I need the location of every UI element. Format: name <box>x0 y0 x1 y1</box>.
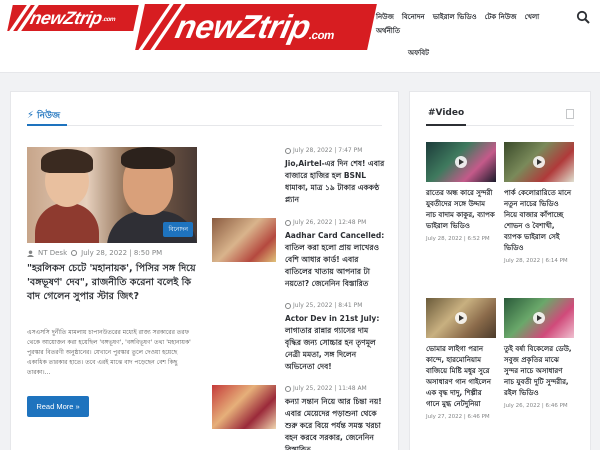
news-section: ⚡ নিউজ বিনোদন NT Desk July 28, 2022 | 8:… <box>10 91 399 450</box>
nav-item-entertainment[interactable]: বিনোদন <box>398 10 429 24</box>
clock-icon <box>285 219 291 226</box>
video-thumbnail[interactable] <box>504 298 574 338</box>
post-title[interactable]: Actor Dev in 21st July: লাগাতার রান্নার … <box>285 313 385 373</box>
video-item[interactable]: রাতের অন্ধ কারে সুন্দরী যুবতীদের সঙ্গে উ… <box>426 142 496 243</box>
video-title[interactable]: ভোমার লাইগা পরান কান্দে, হারমোনিয়াম বাজ… <box>426 344 496 410</box>
site-logo[interactable]: newZtrip .com <box>135 4 377 50</box>
news-section-label: নিউজ <box>37 111 61 121</box>
clock-icon <box>285 147 291 154</box>
image-face-man <box>121 147 175 215</box>
post-thumbnail[interactable] <box>212 385 276 429</box>
video-title[interactable]: পার্ক কেলোরারিতে মানে নতুন নাচের ভিডিও ন… <box>504 188 574 254</box>
post-title[interactable]: Jio,Airtel-এর দিন শেষ! এবার বাজারে হাজির… <box>285 158 385 206</box>
video-item[interactable]: পার্ক কেলোরারিতে মানে নতুন নাচের ভিডিও ন… <box>504 142 574 265</box>
image-face-child <box>41 149 93 207</box>
post-date: July 28, 2022 | 8:50 PM <box>81 249 163 257</box>
video-date: July 26, 2022 | 6:46 PM <box>504 403 568 409</box>
featured-post-excerpt: এসএসসি দুর্নীতি মামলায় চাপানউতরের মধ্যে… <box>27 329 191 376</box>
post-date-text: July 25, 2022 | 11:48 AM <box>293 385 367 392</box>
post-thumbnail[interactable] <box>212 218 276 262</box>
play-icon[interactable] <box>455 312 467 324</box>
logo-text: newZtrip <box>172 8 314 45</box>
play-icon[interactable] <box>455 156 467 168</box>
nav-item-tech-news[interactable]: টেক নিউজ <box>481 10 521 24</box>
video-date: July 28, 2022 | 6:14 PM <box>504 258 568 264</box>
post-date-text: July 28, 2022 | 7:47 PM <box>293 147 363 154</box>
news-section-title[interactable]: ⚡ নিউজ <box>27 108 60 123</box>
post-date: July 26, 2022 | 12:48 PM <box>285 219 366 226</box>
video-item[interactable]: ভোমার লাইগা পরান কান্দে, হারমোনিয়াম বাজ… <box>426 298 496 421</box>
logo-small-suffix: .com <box>101 16 116 23</box>
category-badge[interactable]: বিনোদন <box>163 222 193 237</box>
post-date: July 25, 2022 | 8:41 PM <box>285 302 362 309</box>
featured-post-image[interactable]: বিনোদন <box>27 147 197 243</box>
nav-item-offbeat[interactable]: অফবিট <box>404 46 433 60</box>
main-nav: নিউজ বিনোদন ভাইরাল ভিডিও টেক নিউজ খেলা অ… <box>372 10 562 60</box>
video-date: July 28, 2022 | 6:52 PM <box>426 236 490 242</box>
video-thumbnail[interactable] <box>426 142 496 182</box>
nav-item-economy[interactable]: অর্থনীতি <box>372 24 404 38</box>
read-more-button[interactable]: Read More » <box>27 396 89 417</box>
video-thumbnail[interactable] <box>426 298 496 338</box>
post-date-text: July 25, 2022 | 8:41 PM <box>293 302 363 309</box>
widget-divider <box>426 124 574 126</box>
play-icon[interactable] <box>533 312 545 324</box>
post-title[interactable]: কন্যা সন্তান নিয়ে আর চিন্তা নয়! এবার ম… <box>285 396 385 450</box>
video-date: July 27, 2022 | 6:46 PM <box>426 414 490 420</box>
image-figure-child <box>35 203 99 243</box>
post-title[interactable]: Aadhar Card Cancelled: বাতিল করা হলো প্র… <box>285 230 385 290</box>
featured-post-title[interactable]: "হরলিকস চেটে 'মহানায়ক', পিসির সঙ্গ দিয়… <box>27 262 197 304</box>
section-divider <box>27 124 382 126</box>
clock-icon <box>71 250 78 256</box>
video-widget-title: #Video <box>428 108 465 118</box>
video-thumbnail[interactable] <box>504 142 574 182</box>
featured-post-meta: NT Desk July 28, 2022 | 8:50 PM <box>27 249 162 257</box>
post-date-text: July 26, 2022 | 12:48 PM <box>293 219 367 226</box>
video-title[interactable]: রাতের অন্ধ কারে সুন্দরী যুবতীদের সঙ্গে উ… <box>426 188 496 232</box>
nav-item-news[interactable]: নিউজ <box>372 10 398 24</box>
post-author[interactable]: NT Desk <box>38 249 67 257</box>
user-icon <box>27 249 34 257</box>
document-icon <box>566 109 574 119</box>
nav-item-viral-video[interactable]: ভাইরাল ভিডিও <box>429 10 481 24</box>
video-title[interactable]: তুই বর্ষা বিকেলের ডেউ, সবুজ প্রকৃতির মাঝ… <box>504 344 574 399</box>
clock-icon <box>285 385 291 392</box>
post-date: July 25, 2022 | 11:48 AM <box>285 385 367 392</box>
play-icon[interactable] <box>533 156 545 168</box>
search-icon[interactable] <box>576 10 590 24</box>
video-widget: #Video রাতের অন্ধ কারে সুন্দরী যুবতীদের … <box>409 91 591 450</box>
logo-suffix: .com <box>307 30 336 42</box>
site-logo-small[interactable]: newZtrip .com <box>7 5 139 31</box>
logo-small-text: newZtrip <box>28 7 104 28</box>
clock-icon <box>285 302 291 309</box>
site-header: newZtrip .com newZtrip .com নিউজ বিনোদন ভা… <box>0 0 600 73</box>
nav-item-sports[interactable]: খেলা <box>521 10 544 24</box>
video-item[interactable]: তুই বর্ষা বিকেলের ডেউ, সবুজ প্রকৃতির মাঝ… <box>504 298 574 410</box>
post-date: July 28, 2022 | 7:47 PM <box>285 147 362 154</box>
bolt-icon: ⚡ <box>27 110 35 121</box>
